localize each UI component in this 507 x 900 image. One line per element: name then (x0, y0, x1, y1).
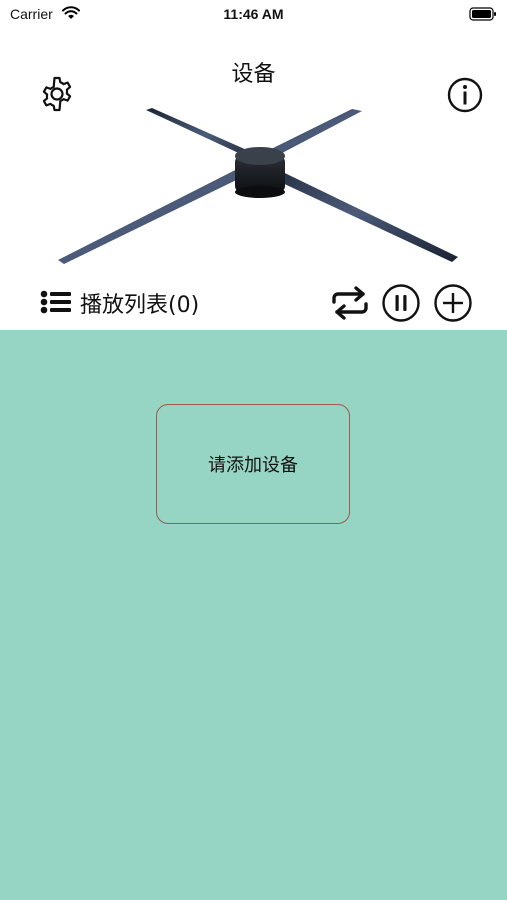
hologram-fan-image (50, 102, 465, 270)
pause-circle-icon (382, 284, 420, 322)
repeat-icon (332, 286, 368, 320)
add-circle-icon (434, 284, 472, 322)
battery-icon (469, 6, 497, 25)
add-device-button[interactable]: 请添加设备 (156, 404, 350, 524)
repeat-button[interactable] (328, 284, 372, 322)
status-bar: Carrier 11:46 AM (0, 0, 507, 30)
list-icon (40, 290, 72, 318)
playlist-bar: 播放列表(0) (0, 278, 507, 328)
status-time: 11:46 AM (223, 6, 284, 22)
pause-button[interactable] (380, 282, 422, 324)
add-button[interactable] (432, 282, 474, 324)
playlist-label: 播放列表(0) (80, 293, 200, 318)
add-device-label: 请添加设备 (208, 455, 298, 476)
device-content-area: 请添加设备 (0, 330, 507, 900)
